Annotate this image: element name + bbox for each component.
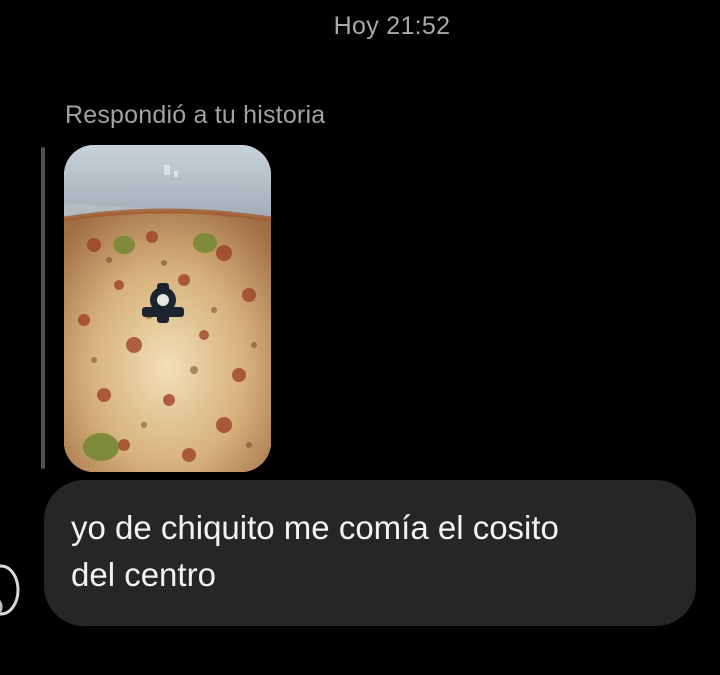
story-reply-label: Respondió a tu historia <box>65 101 326 129</box>
chat-timestamp: Hoy 21:52 <box>333 12 451 40</box>
pizza-photo <box>64 145 271 472</box>
story-quote-bar <box>41 147 45 469</box>
story-thumbnail[interactable] <box>64 145 271 472</box>
message-bubble[interactable]: yo de chiquito me comía el cosito del ce… <box>44 480 696 626</box>
message-text: yo de chiquito me comía el cosito del ce… <box>71 509 559 593</box>
profile-avatar-icon[interactable] <box>0 560 22 620</box>
